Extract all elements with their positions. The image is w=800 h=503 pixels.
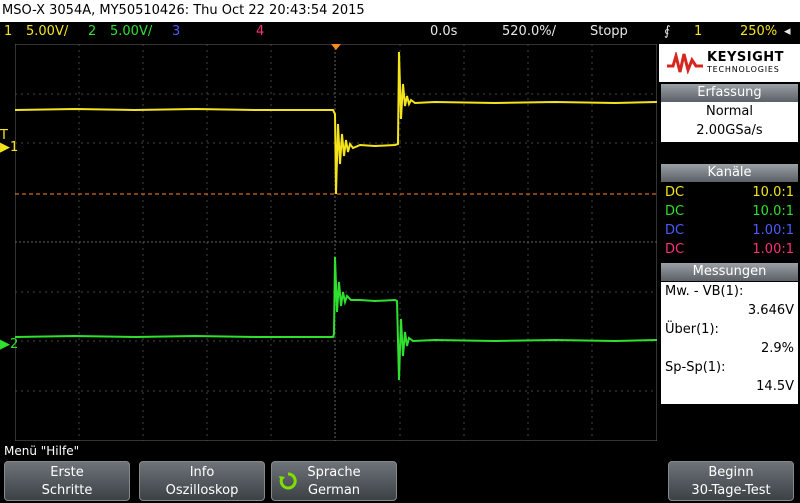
softkey-1-line1: Erste [50,465,84,480]
waveform-display[interactable] [15,44,657,441]
measurements-header[interactable]: Messungen [661,263,798,281]
menu-title: Menü "Hilfe" [0,443,800,459]
trigger-edge-icon: ⨐ [664,24,671,39]
ch4-probe: 1.00:1 [752,242,794,257]
softkey-2-line1: Info [189,465,215,480]
status-bar: 1 5.00V/ 2 5.00V/ 3 4 0.0s 520.0%/ Stopp… [0,22,800,42]
measurement-value-1: 3.646V [747,303,794,318]
side-panel: KEYSIGHT TECHNOLOGIES Erfassung Normal 2… [659,44,800,441]
measurement-label-1: Mw. - VB(1): [665,284,744,299]
acquisition-body[interactable]: Normal 2.00GSa/s [661,102,798,142]
rotate-knob-icon [279,472,297,490]
menu-arrow-icon: ◂ [784,24,791,39]
ch1-coupling: DC [665,185,685,200]
ch2-scale[interactable]: 5.00V/ [110,22,152,42]
softkey-2-line2: Oszilloskop [165,483,239,498]
channel-row-1[interactable]: DC 10.0:1 [661,183,798,202]
ch1-scale[interactable]: 5.00V/ [26,22,68,42]
channel-row-3[interactable]: DC 1.00:1 [661,221,798,240]
softkey-1-line2: Schritte [41,483,93,498]
measurement-value-3: 14.5V [756,379,794,394]
ch3-number[interactable]: 3 [172,22,180,42]
run-state[interactable]: Stopp [590,22,628,42]
ch3-coupling: DC [665,223,685,238]
time-scale[interactable]: 520.0%/ [502,22,556,42]
logo-sub: TECHNOLOGIES [707,65,780,74]
measurement-value-2: 2.9% [760,341,794,356]
window-title: MSO-X 3054A, MY50510426: Thu Oct 22 20:4… [0,0,800,22]
ch3-probe: 1.00:1 [752,223,794,238]
ch4-coupling: DC [665,242,685,257]
channel-row-4[interactable]: DC 1.00:1 [661,240,798,259]
ch2-ground-marker[interactable]: ▶2 [0,337,18,352]
channel-row-2[interactable]: DC 10.0:1 [661,202,798,221]
trigger-level[interactable]: 250% [740,22,777,42]
keysight-logo: KEYSIGHT TECHNOLOGIES [659,44,800,82]
ch1-probe: 10.0:1 [752,185,794,200]
ch2-number[interactable]: 2 [88,22,96,42]
channels-header[interactable]: Kanäle [661,164,798,182]
softkey-language[interactable]: Sprache German [271,461,397,501]
ch1-number[interactable]: 1 [4,22,12,42]
softkey-4-line1: Beginn [708,465,754,480]
acquisition-mode: Normal [705,104,754,119]
keysight-wave-icon [667,52,703,74]
measurements-body[interactable]: Mw. - VB(1): 3.646V Über(1): 2.9% Sp-Sp(… [661,282,798,404]
ch1-ground-marker[interactable]: ▶1 [0,140,18,155]
logo-brand: KEYSIGHT [707,50,784,65]
ch2-marker-label: 2 [10,337,19,352]
trigger-source[interactable]: 1 [694,22,702,42]
ch4-number[interactable]: 4 [256,22,264,42]
softkey-start-trial[interactable]: Beginn 30-Tage-Test [668,461,794,501]
softkey-getting-started[interactable]: Erste Schritte [4,461,130,501]
measurement-label-2: Über(1): [665,322,719,337]
softkey-scope-info[interactable]: Info Oszilloskop [139,461,265,501]
time-offset[interactable]: 0.0s [430,22,457,42]
acquisition-rate: 2.00GSa/s [696,123,763,138]
acquisition-header[interactable]: Erfassung [661,84,798,102]
ch2-probe: 10.0:1 [752,204,794,219]
measurement-label-3: Sp-Sp(1): [665,360,726,375]
softkey-4-line2: 30-Tage-Test [691,483,771,498]
ch1-marker-label: 1 [10,140,19,155]
ch2-coupling: DC [665,204,685,219]
